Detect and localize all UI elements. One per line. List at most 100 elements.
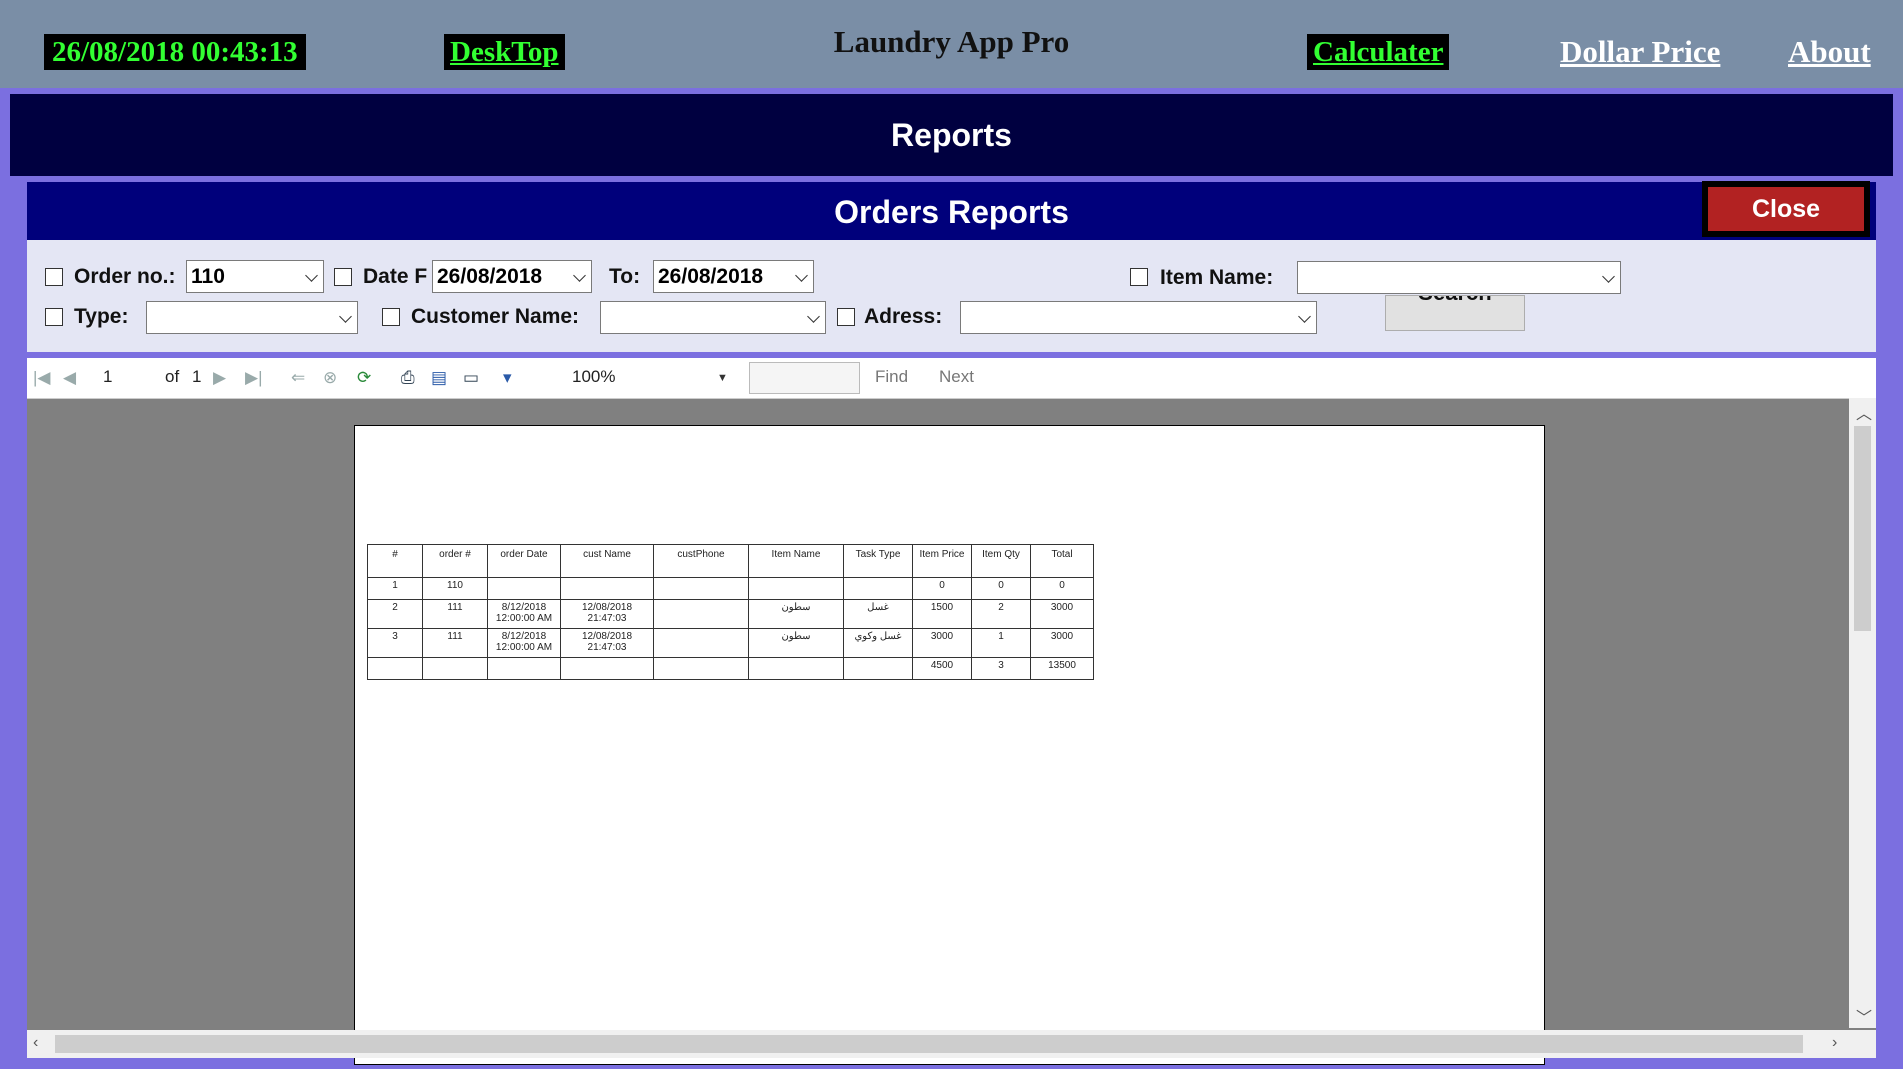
top-bar: 26/08/2018 00:43:13 DeskTop Laundry App … xyxy=(0,0,1903,88)
table-cell: 1 xyxy=(971,628,1031,658)
search-button[interactable]: Search xyxy=(1385,295,1525,331)
table-row: 1 110 0 0 0 xyxy=(367,577,1094,600)
table-cell xyxy=(653,628,749,658)
chevron-down-icon xyxy=(339,310,352,323)
customer-name-combo[interactable] xyxy=(600,301,826,334)
customer-name-label: Customer Name: xyxy=(411,305,580,328)
table-cell: 12/08/2018 21:47:03 xyxy=(560,628,654,658)
table-cell: 0 xyxy=(971,577,1031,600)
table-cell xyxy=(653,599,749,629)
table-cell: غسل وكوي xyxy=(843,628,913,658)
vertical-scroll-thumb[interactable] xyxy=(1854,426,1871,631)
export-icon[interactable]: ▾ xyxy=(503,368,512,388)
table-cell xyxy=(422,657,488,680)
table-cell xyxy=(367,657,423,680)
table-cell: 2 xyxy=(367,599,423,629)
table-cell: 3000 xyxy=(912,628,972,658)
item-name-checkbox[interactable] xyxy=(1130,268,1148,286)
search-button-label: Search xyxy=(1386,296,1524,306)
type-label: Type: xyxy=(74,305,129,328)
filter-panel: Order no.: 110 Date F 26/08/2018 To: 26/… xyxy=(27,240,1876,352)
column-header: Item Name xyxy=(748,544,844,578)
order-no-combo[interactable]: 110 xyxy=(186,260,324,293)
address-combo[interactable] xyxy=(960,301,1317,334)
table-cell xyxy=(748,577,844,600)
dollar-price-link[interactable]: Dollar Price xyxy=(1560,34,1720,70)
table-cell: 4500 xyxy=(912,657,972,680)
scroll-right-icon[interactable]: › xyxy=(1832,1034,1837,1052)
date-to-value: 26/08/2018 xyxy=(658,265,764,288)
table-cell: 1 xyxy=(367,577,423,600)
last-page-icon[interactable]: ▶| xyxy=(245,368,263,388)
date-to-label: To: xyxy=(609,265,641,288)
table-cell xyxy=(653,577,749,600)
address-label: Adress: xyxy=(864,305,943,328)
order-no-checkbox[interactable] xyxy=(45,268,63,286)
calculator-link[interactable]: Calculater xyxy=(1307,34,1450,70)
column-header: Item Price xyxy=(912,544,972,578)
table-cell: 2 xyxy=(971,599,1031,629)
table-cell: 1500 xyxy=(912,599,972,629)
table-cell: 13500 xyxy=(1030,657,1094,680)
date-from-value: 26/08/2018 xyxy=(437,265,543,288)
table-cell xyxy=(487,657,561,680)
table-cell: سطون xyxy=(748,599,844,629)
type-checkbox[interactable] xyxy=(45,308,63,326)
table-cell xyxy=(748,657,844,680)
close-button-label: Close xyxy=(1708,187,1864,231)
date-to-picker[interactable]: 26/08/2018 xyxy=(653,260,814,293)
order-no-label: Order no.: xyxy=(74,265,176,288)
first-page-icon[interactable]: |◀ xyxy=(33,368,51,388)
page-number-input[interactable]: 1 xyxy=(103,367,112,387)
table-cell: 3000 xyxy=(1030,599,1094,629)
section-title: Orders Reports xyxy=(27,182,1876,240)
print-icon[interactable]: ⎙ xyxy=(401,368,415,388)
scroll-down-icon[interactable]: ﹀ xyxy=(1856,1004,1872,1028)
horizontal-scrollbar[interactable]: ‹ › xyxy=(27,1030,1876,1058)
horizontal-scroll-thumb[interactable] xyxy=(55,1035,1803,1053)
vertical-scrollbar[interactable]: ︿ ﹀ xyxy=(1849,398,1876,1028)
table-cell: 12/08/2018 21:47:03 xyxy=(560,599,654,629)
table-cell xyxy=(843,657,913,680)
next-page-icon[interactable]: ▶ xyxy=(213,368,226,388)
chevron-down-icon xyxy=(305,269,318,282)
zoom-dropdown-icon[interactable]: ▼ xyxy=(717,368,728,388)
table-cell: 111 xyxy=(422,599,488,629)
stop-icon[interactable]: ⊗ xyxy=(323,368,337,388)
find-input[interactable] xyxy=(749,362,860,394)
zoom-select[interactable]: 100% xyxy=(572,367,615,387)
customer-name-checkbox[interactable] xyxy=(382,308,400,326)
column-header: order # xyxy=(422,544,488,578)
totals-row: 4500 3 13500 xyxy=(367,657,1094,680)
page-setup-icon[interactable]: ▭ xyxy=(463,368,479,388)
scroll-up-icon[interactable]: ︿ xyxy=(1856,400,1872,424)
chevron-down-icon xyxy=(1298,310,1311,323)
table-cell: سطون xyxy=(748,628,844,658)
scroll-left-icon[interactable]: ‹ xyxy=(33,1034,38,1052)
print-layout-icon[interactable]: ▤ xyxy=(431,368,447,388)
orders-report-table: # order # order Date cust Name custPhone… xyxy=(367,544,1094,680)
viewer-toolbar: |◀ ◀ 1 of 1 ▶ ▶| ⇐ ⊗ ⟳ ⎙ ▤ ▭ ▾ 100% ▼ Fi… xyxy=(27,358,1876,399)
back-icon[interactable]: ⇐ xyxy=(291,368,305,388)
address-checkbox[interactable] xyxy=(837,308,855,326)
table-cell: 0 xyxy=(1030,577,1094,600)
column-header: cust Name xyxy=(560,544,654,578)
table-cell: 8/12/2018 12:00:00 AM xyxy=(487,599,561,629)
refresh-icon[interactable]: ⟳ xyxy=(357,368,371,388)
type-combo[interactable] xyxy=(146,301,358,334)
date-from-label: Date F xyxy=(363,265,428,288)
about-link[interactable]: About xyxy=(1788,34,1871,70)
find-button[interactable]: Find xyxy=(875,367,908,387)
date-from-checkbox[interactable] xyxy=(334,268,352,286)
date-from-picker[interactable]: 26/08/2018 xyxy=(432,260,592,293)
previous-page-icon[interactable]: ◀ xyxy=(63,368,76,388)
next-button[interactable]: Next xyxy=(939,367,974,387)
chevron-down-icon xyxy=(1602,270,1615,283)
table-row: 2 111 8/12/2018 12:00:00 AM 12/08/2018 2… xyxy=(367,599,1094,629)
table-cell xyxy=(843,577,913,600)
item-name-combo[interactable] xyxy=(1297,261,1621,294)
close-button[interactable]: Close xyxy=(1702,181,1870,237)
column-header: Item Qty xyxy=(971,544,1031,578)
table-cell: غسل xyxy=(843,599,913,629)
table-cell: 110 xyxy=(422,577,488,600)
